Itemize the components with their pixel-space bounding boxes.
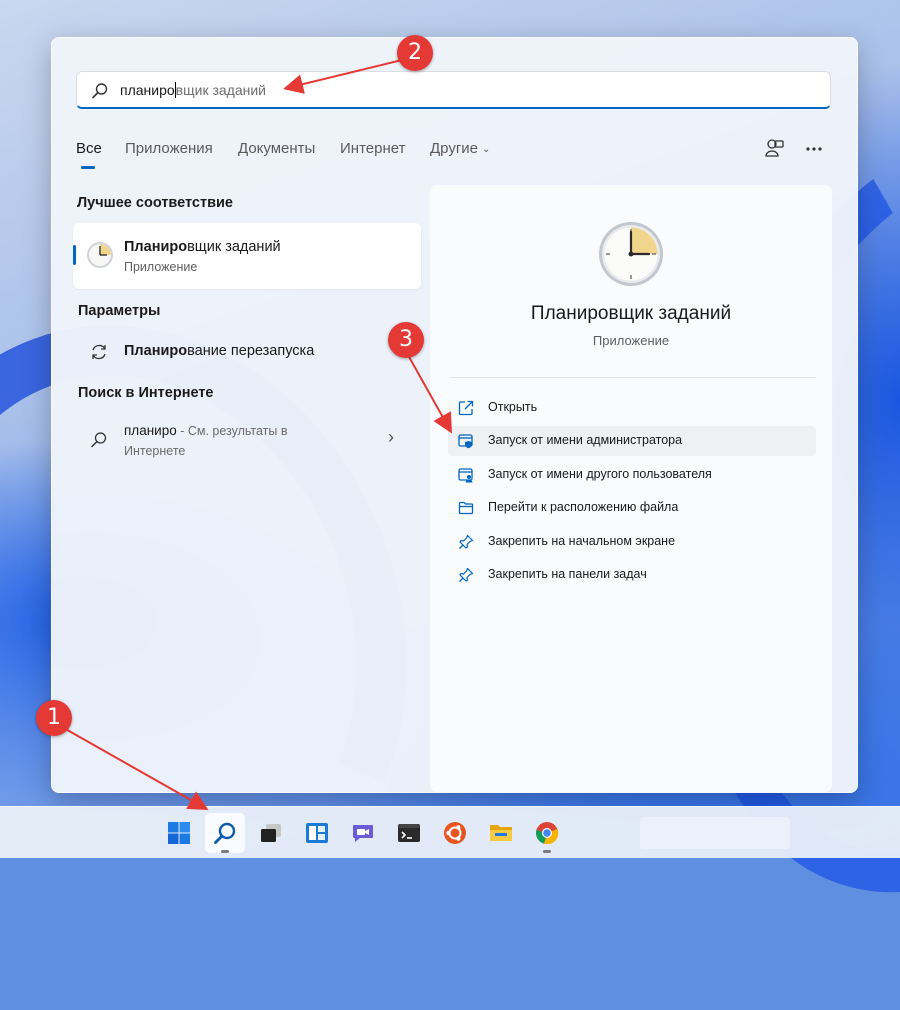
taskbar <box>0 806 900 858</box>
active-indicator <box>221 850 229 853</box>
teams-chat-icon <box>353 825 373 842</box>
task-scheduler-icon <box>87 242 113 268</box>
search-icon <box>214 822 236 844</box>
chrome-icon <box>536 822 559 845</box>
action-run-as-admin-label: Запуск от имени администратора <box>488 433 683 447</box>
tab-more-label: Другие <box>430 140 479 157</box>
system-tray-area <box>640 817 790 849</box>
account-switch-button[interactable] <box>760 136 790 162</box>
web-search-hint: Интернете <box>124 444 186 458</box>
ubuntu-icon <box>444 822 466 844</box>
search-typed-text: планиро <box>120 82 175 98</box>
search-flyout: планировщик заданий Все Приложения Докум… <box>51 37 858 793</box>
divider <box>450 377 816 378</box>
action-run-as-other-user[interactable]: Запуск от имени другого пользователя <box>448 460 816 490</box>
task-scheduler-icon <box>599 222 663 286</box>
running-indicator <box>543 850 551 853</box>
chevron-right-icon[interactable]: › <box>388 427 394 448</box>
pin-icon <box>459 567 474 582</box>
action-run-as-admin[interactable]: Запуск от имени администратора <box>448 426 816 456</box>
terminal-button[interactable] <box>389 813 429 853</box>
best-match-name: Планировщик заданий <box>124 239 281 255</box>
more-horizontal-icon <box>806 147 822 151</box>
taskbar-search-button[interactable] <box>205 813 245 853</box>
search-icon <box>91 432 107 448</box>
widgets-button[interactable] <box>297 813 337 853</box>
action-pin-to-start[interactable]: Закрепить на начальном экране <box>448 527 816 557</box>
web-search-heading: Поиск в Интернете <box>78 385 214 401</box>
widgets-icon <box>306 823 328 843</box>
tab-apps[interactable]: Приложения <box>125 140 213 157</box>
action-pin-to-taskbar[interactable]: Закрепить на панели задач <box>448 560 816 590</box>
teams-chat-button[interactable] <box>343 813 383 853</box>
restart-icon <box>92 344 106 360</box>
best-match-result[interactable]: Планировщик заданий Приложение <box>73 223 421 289</box>
more-options-button[interactable] <box>799 136 829 162</box>
tab-documents[interactable]: Документы <box>238 140 315 157</box>
ubuntu-button[interactable] <box>435 813 475 853</box>
action-open-label: Открыть <box>488 400 538 414</box>
action-pin-to-taskbar-label: Закрепить на панели задач <box>488 567 647 581</box>
action-pin-to-start-label: Закрепить на начальном экране <box>488 534 676 548</box>
best-match-heading: Лучшее соответствие <box>77 195 233 211</box>
chevron-down-icon: ⌄ <box>482 144 491 155</box>
account-switch-icon <box>765 139 784 157</box>
settings-heading: Параметры <box>78 303 161 319</box>
action-run-as-other-user-label: Запуск от имени другого пользователя <box>488 467 712 481</box>
windows-start-button[interactable] <box>159 813 199 853</box>
annotation-badge-2: 2 <box>397 35 433 71</box>
task-view-button[interactable] <box>251 813 291 853</box>
folder-icon <box>458 501 474 515</box>
settings-result-label: Планирование перезапуска <box>124 343 315 359</box>
app-title: Планировщик заданий <box>530 303 732 324</box>
file-explorer-icon <box>490 825 512 841</box>
annotation-badge-3: 3 <box>388 322 424 358</box>
tab-all[interactable]: Все <box>76 140 102 169</box>
chrome-button[interactable] <box>527 813 567 853</box>
search-autocomplete-text: вщик заданий <box>175 82 266 98</box>
settings-result[interactable]: Планирование перезапуска <box>73 332 421 372</box>
tab-web[interactable]: Интернет <box>340 140 405 157</box>
open-external-icon <box>458 400 474 416</box>
action-open[interactable]: Открыть <box>448 393 816 423</box>
windows-start-icon <box>168 822 190 844</box>
web-search-result[interactable]: планиро - См. результаты в Интернете › <box>73 415 421 469</box>
search-input[interactable]: планировщик заданий <box>76 71 831 109</box>
tab-more[interactable]: Другие ⌄ <box>430 140 490 157</box>
task-view-icon <box>261 824 281 842</box>
action-open-file-location-label: Перейти к расположению файла <box>488 500 679 514</box>
action-open-file-location[interactable]: Перейти к расположению файла <box>448 493 816 523</box>
terminal-icon <box>398 824 420 842</box>
app-details-pane: Планировщик заданий Приложение Открыть З… <box>430 185 832 792</box>
annotation-badge-1: 1 <box>36 700 72 736</box>
run-as-other-user-icon <box>458 468 473 483</box>
best-match-type: Приложение <box>124 260 198 274</box>
pin-icon <box>459 534 474 549</box>
file-explorer-button[interactable] <box>481 813 521 853</box>
search-icon <box>92 83 108 99</box>
web-search-query: планиро - См. результаты в <box>124 423 288 438</box>
selection-accent <box>73 245 76 265</box>
search-query: планировщик заданий <box>120 82 266 98</box>
run-as-admin-icon <box>458 434 473 449</box>
app-type: Приложение <box>592 333 670 348</box>
